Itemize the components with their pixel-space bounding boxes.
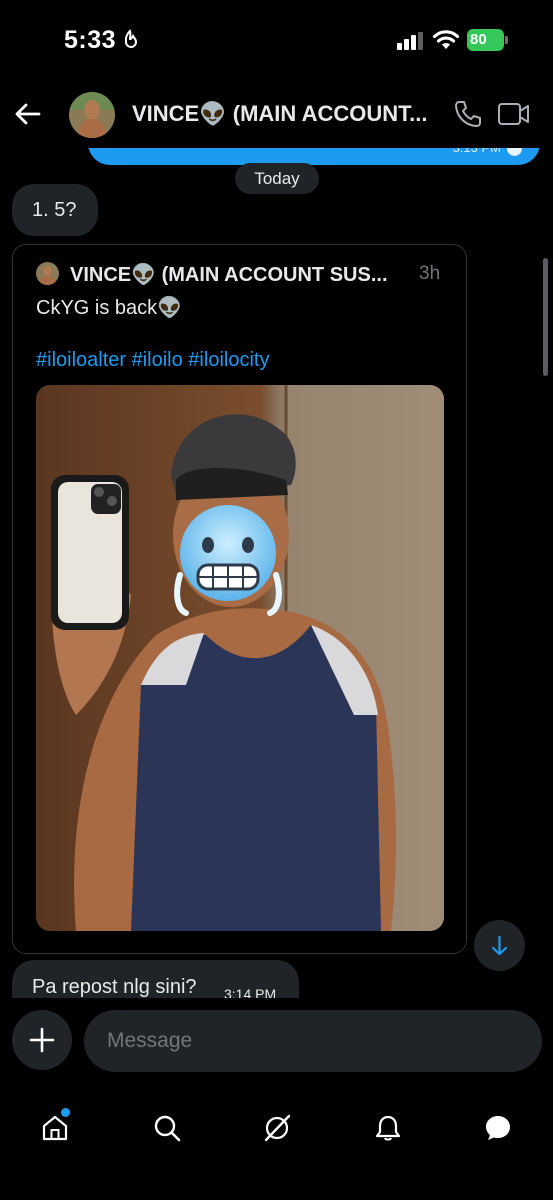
post-photo[interactable]	[36, 385, 444, 931]
wifi-icon	[432, 30, 460, 49]
mirror-selfie-image	[36, 385, 444, 931]
contact-name[interactable]: VINCE👽 (MAIN ACCOUNT...	[132, 101, 432, 127]
video-call-icon[interactable]	[497, 99, 531, 129]
notification-dot	[61, 1108, 70, 1117]
battery-indicator: 80	[467, 29, 509, 51]
bell-icon	[375, 1115, 401, 1141]
status-bar: 5:33 80	[0, 0, 553, 80]
search-icon	[154, 1115, 181, 1142]
tab-messages[interactable]	[470, 1100, 526, 1156]
back-arrow-icon[interactable]	[12, 98, 44, 130]
post-author-name: VINCE👽 (MAIN ACCOUNT SUS...	[70, 264, 388, 286]
post-hashtags[interactable]: #iloiloalter #iloilo #iloilocity	[36, 349, 269, 372]
tab-grok[interactable]	[249, 1100, 305, 1156]
scroll-to-bottom-button[interactable]	[474, 920, 525, 971]
phone-call-icon[interactable]	[453, 99, 483, 129]
tab-home[interactable]	[27, 1100, 83, 1156]
message-text: Pa repost nlg sini?	[32, 976, 197, 998]
add-attachment-button[interactable]	[12, 1010, 72, 1070]
shared-post-card[interactable]: VINCE👽 (MAIN ACCOUNT SUS... 3h CkYG is b…	[12, 244, 467, 954]
post-author-avatar	[36, 262, 59, 285]
post-time: 3h	[419, 263, 441, 284]
bottom-tab-bar	[0, 1088, 553, 1200]
scroll-indicator[interactable]	[543, 258, 548, 376]
battery-tip	[505, 36, 508, 44]
tab-notifications[interactable]	[360, 1100, 416, 1156]
arrow-down-icon	[491, 935, 508, 956]
post-text: CkYG is back👽	[36, 297, 183, 319]
focus-moon-icon	[124, 29, 138, 48]
date-divider: Today	[235, 163, 319, 194]
messages-icon	[486, 1116, 510, 1140]
tab-search[interactable]	[139, 1100, 195, 1156]
cellular-signal-icon	[397, 32, 423, 50]
status-time: 5:33	[64, 26, 117, 54]
conversation-header: VINCE👽 (MAIN ACCOUNT...	[0, 80, 553, 148]
grok-icon	[264, 1114, 291, 1142]
home-icon	[42, 1115, 68, 1141]
message-composer	[0, 998, 553, 1088]
message-input[interactable]	[84, 1010, 542, 1072]
contact-avatar[interactable]	[69, 92, 115, 138]
plus-icon	[29, 1027, 55, 1053]
battery-level: 80	[467, 29, 504, 51]
received-message-bubble[interactable]: 1. 5?	[12, 184, 98, 236]
